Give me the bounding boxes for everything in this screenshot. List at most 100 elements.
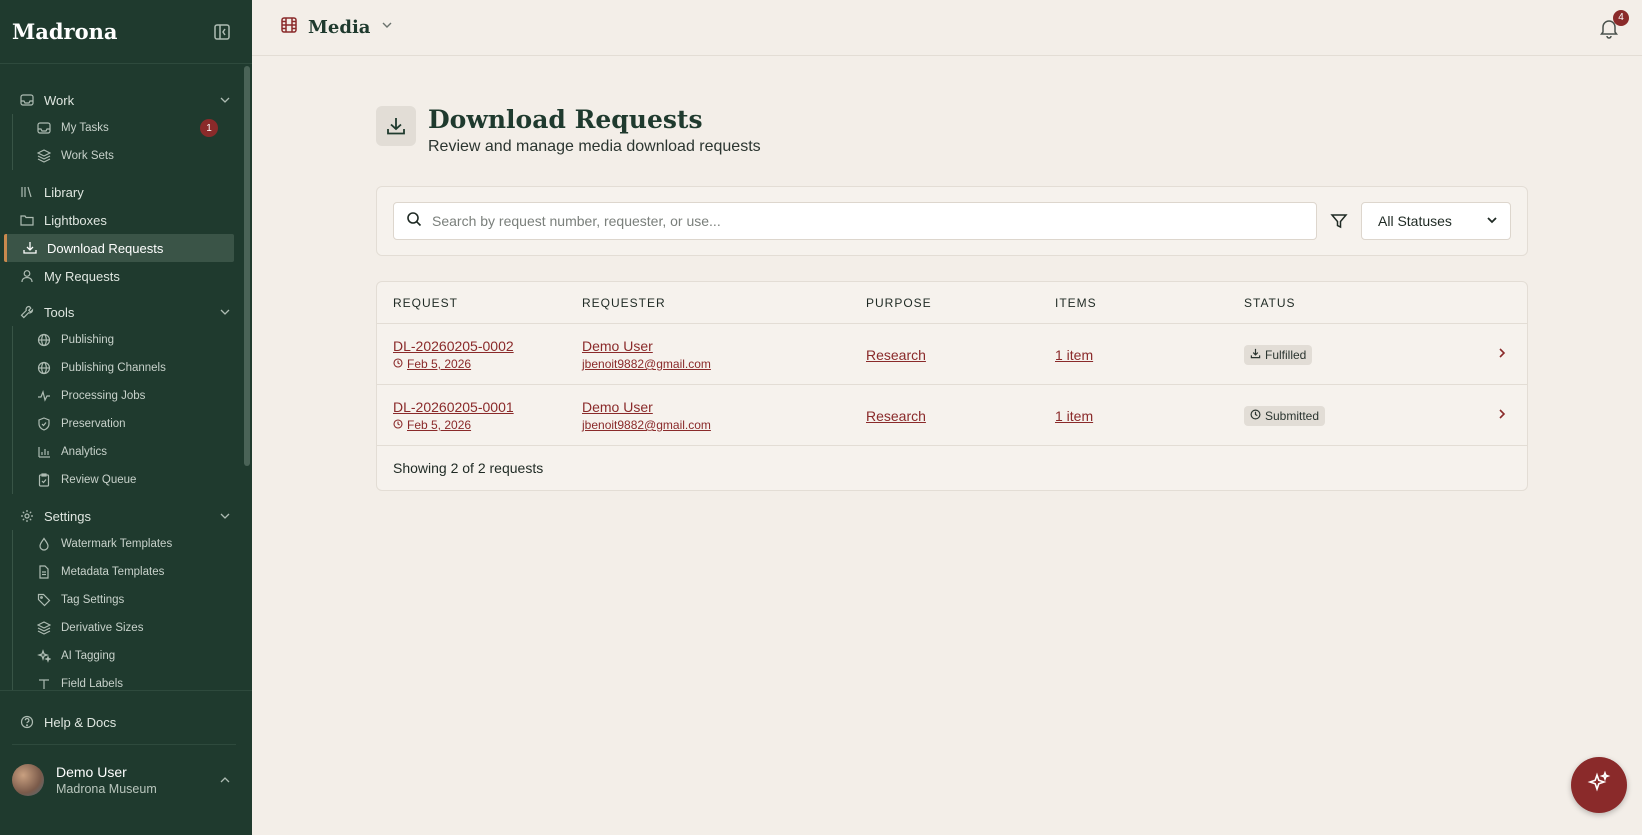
page-subtitle: Review and manage media download request… <box>428 138 761 155</box>
sidebar-item-library[interactable]: Library <box>0 178 252 206</box>
sidebar-item-label: Download Requests <box>47 240 164 256</box>
sidebar-item-label: Library <box>44 184 84 200</box>
sidebar-item-label: My Tasks <box>61 122 109 134</box>
bar-chart-icon <box>37 445 51 459</box>
sidebar-item-label: Preservation <box>61 418 126 430</box>
avatar <box>12 764 44 796</box>
inbox-icon <box>37 121 51 135</box>
sidebar-item-label: Lightboxes <box>44 212 107 228</box>
sidebar-item-my-requests[interactable]: My Requests <box>0 262 252 290</box>
user-menu[interactable]: Demo User Madrona Museum <box>0 745 252 815</box>
requester-cell: Demo User jbenoit9882@gmail.com <box>582 385 711 446</box>
filter-icon[interactable] <box>1329 211 1349 231</box>
library-icon <box>20 185 34 199</box>
sidebar-item-label: Review Queue <box>61 474 137 486</box>
sidebar-item-tag-settings[interactable]: Tag Settings <box>13 586 252 614</box>
layers-icon <box>37 149 51 163</box>
globe-icon <box>37 361 51 375</box>
status-filter-value: All Statuses <box>1378 213 1452 229</box>
search-input[interactable] <box>432 213 1304 229</box>
download-icon <box>1250 348 1261 362</box>
chevron-up-icon <box>218 773 232 787</box>
requester-name-link[interactable]: Demo User <box>582 399 711 415</box>
sidebar-item-label: Publishing Channels <box>61 362 166 374</box>
requester-cell: Demo User jbenoit9882@gmail.com <box>582 324 711 385</box>
download-icon <box>376 106 416 146</box>
status-badge: Fulfilled <box>1244 344 1313 365</box>
task-count-badge: 1 <box>200 119 218 137</box>
search-icon <box>406 211 422 232</box>
activity-icon <box>37 389 51 403</box>
nav-group-work[interactable]: Work <box>0 86 252 114</box>
ai-assistant-button[interactable] <box>1571 757 1627 813</box>
status-text: Submitted <box>1265 408 1320 423</box>
nav-group-tools[interactable]: Tools <box>0 298 252 326</box>
sidebar-item-review-queue[interactable]: Review Queue <box>13 466 252 494</box>
help-docs-link[interactable]: Help & Docs <box>0 702 252 742</box>
nav-group-label: Settings <box>44 508 91 524</box>
table-row[interactable]: DL-20260205-0002 Feb 5, 2026 Demo User j… <box>377 324 1527 385</box>
wrench-icon <box>20 305 34 319</box>
sidebar-item-preservation[interactable]: Preservation <box>13 410 252 438</box>
requests-table: REQUEST REQUESTER PURPOSE ITEMS STATUS D… <box>376 281 1528 491</box>
sidebar-item-publishing-channels[interactable]: Publishing Channels <box>13 354 252 382</box>
purpose-cell: Research <box>866 385 926 446</box>
request-id-link[interactable]: DL-20260205-0001 <box>393 399 514 415</box>
filter-bar: All Statuses <box>376 186 1528 256</box>
section-switcher[interactable]: Media <box>280 16 394 39</box>
column-header-requester: REQUESTER <box>582 295 666 310</box>
sidebar-item-work-sets[interactable]: Work Sets <box>13 142 252 170</box>
gear-icon <box>20 509 34 523</box>
column-header-status: STATUS <box>1244 295 1296 310</box>
sidebar-scrollbar[interactable] <box>244 66 250 466</box>
sidebar-item-label: Watermark Templates <box>61 538 173 550</box>
sidebar-item-analytics[interactable]: Analytics <box>13 438 252 466</box>
sparkles-icon <box>37 649 51 663</box>
user-name: Demo User <box>56 764 127 780</box>
nav-group-label: Work <box>44 92 75 108</box>
chevron-right-icon[interactable] <box>1495 407 1509 426</box>
table-row[interactable]: DL-20260205-0001 Feb 5, 2026 Demo User j… <box>377 385 1527 446</box>
folder-icon <box>20 213 34 227</box>
request-cell: DL-20260205-0001 Feb 5, 2026 <box>393 385 514 446</box>
nav-group-settings[interactable]: Settings <box>0 502 252 530</box>
table-header: REQUEST REQUESTER PURPOSE ITEMS STATUS <box>377 282 1527 324</box>
sidebar-item-processing-jobs[interactable]: Processing Jobs <box>13 382 252 410</box>
request-date-text: Feb 5, 2026 <box>407 418 472 432</box>
requester-email-link[interactable]: jbenoit9882@gmail.com <box>582 357 711 371</box>
sidebar-item-download-requests[interactable]: Download Requests <box>4 234 234 262</box>
status-cell: Submitted <box>1244 385 1326 446</box>
purpose-link[interactable]: Research <box>866 408 926 424</box>
purpose-link[interactable]: Research <box>866 347 926 363</box>
request-date-text: Feb 5, 2026 <box>407 357 472 371</box>
sidebar-item-derivative-sizes[interactable]: Derivative Sizes <box>13 614 252 642</box>
shield-icon <box>37 417 51 431</box>
notifications-button[interactable]: 4 <box>1598 9 1629 39</box>
chevron-down-icon <box>218 305 232 319</box>
clock-icon <box>393 418 403 432</box>
items-link[interactable]: 1 item <box>1055 347 1093 363</box>
column-header-request: REQUEST <box>393 295 459 310</box>
sidebar-item-lightboxes[interactable]: Lightboxes <box>0 206 252 234</box>
requester-name-link[interactable]: Demo User <box>582 338 711 354</box>
sidebar-item-metadata-templates[interactable]: Metadata Templates <box>13 558 252 586</box>
search-box[interactable] <box>393 202 1317 240</box>
request-id-link[interactable]: DL-20260205-0002 <box>393 338 514 354</box>
requester-email-link[interactable]: jbenoit9882@gmail.com <box>582 418 711 432</box>
sidebar-item-field-labels[interactable]: Field Labels <box>13 670 252 690</box>
sidebar-item-label: Tag Settings <box>61 594 125 606</box>
sidebar-item-my-tasks[interactable]: My Tasks 1 <box>13 114 252 142</box>
sidebar-item-label: Metadata Templates <box>61 566 165 578</box>
status-filter-select[interactable]: All Statuses <box>1361 202 1511 240</box>
items-link[interactable]: 1 item <box>1055 408 1093 424</box>
droplet-icon <box>37 537 51 551</box>
items-cell: 1 item <box>1055 324 1093 385</box>
sidebar-item-publishing[interactable]: Publishing <box>13 326 252 354</box>
sidebar-item-label: Analytics <box>61 446 108 458</box>
sidebar-item-ai-tagging[interactable]: AI Tagging <box>13 642 252 670</box>
sidebar-item-watermark-templates[interactable]: Watermark Templates <box>13 530 252 558</box>
download-icon <box>23 241 37 255</box>
chevron-right-icon[interactable] <box>1495 346 1509 365</box>
sidebar-item-label: Work Sets <box>61 150 114 162</box>
sidebar-collapse-icon[interactable] <box>212 22 232 42</box>
